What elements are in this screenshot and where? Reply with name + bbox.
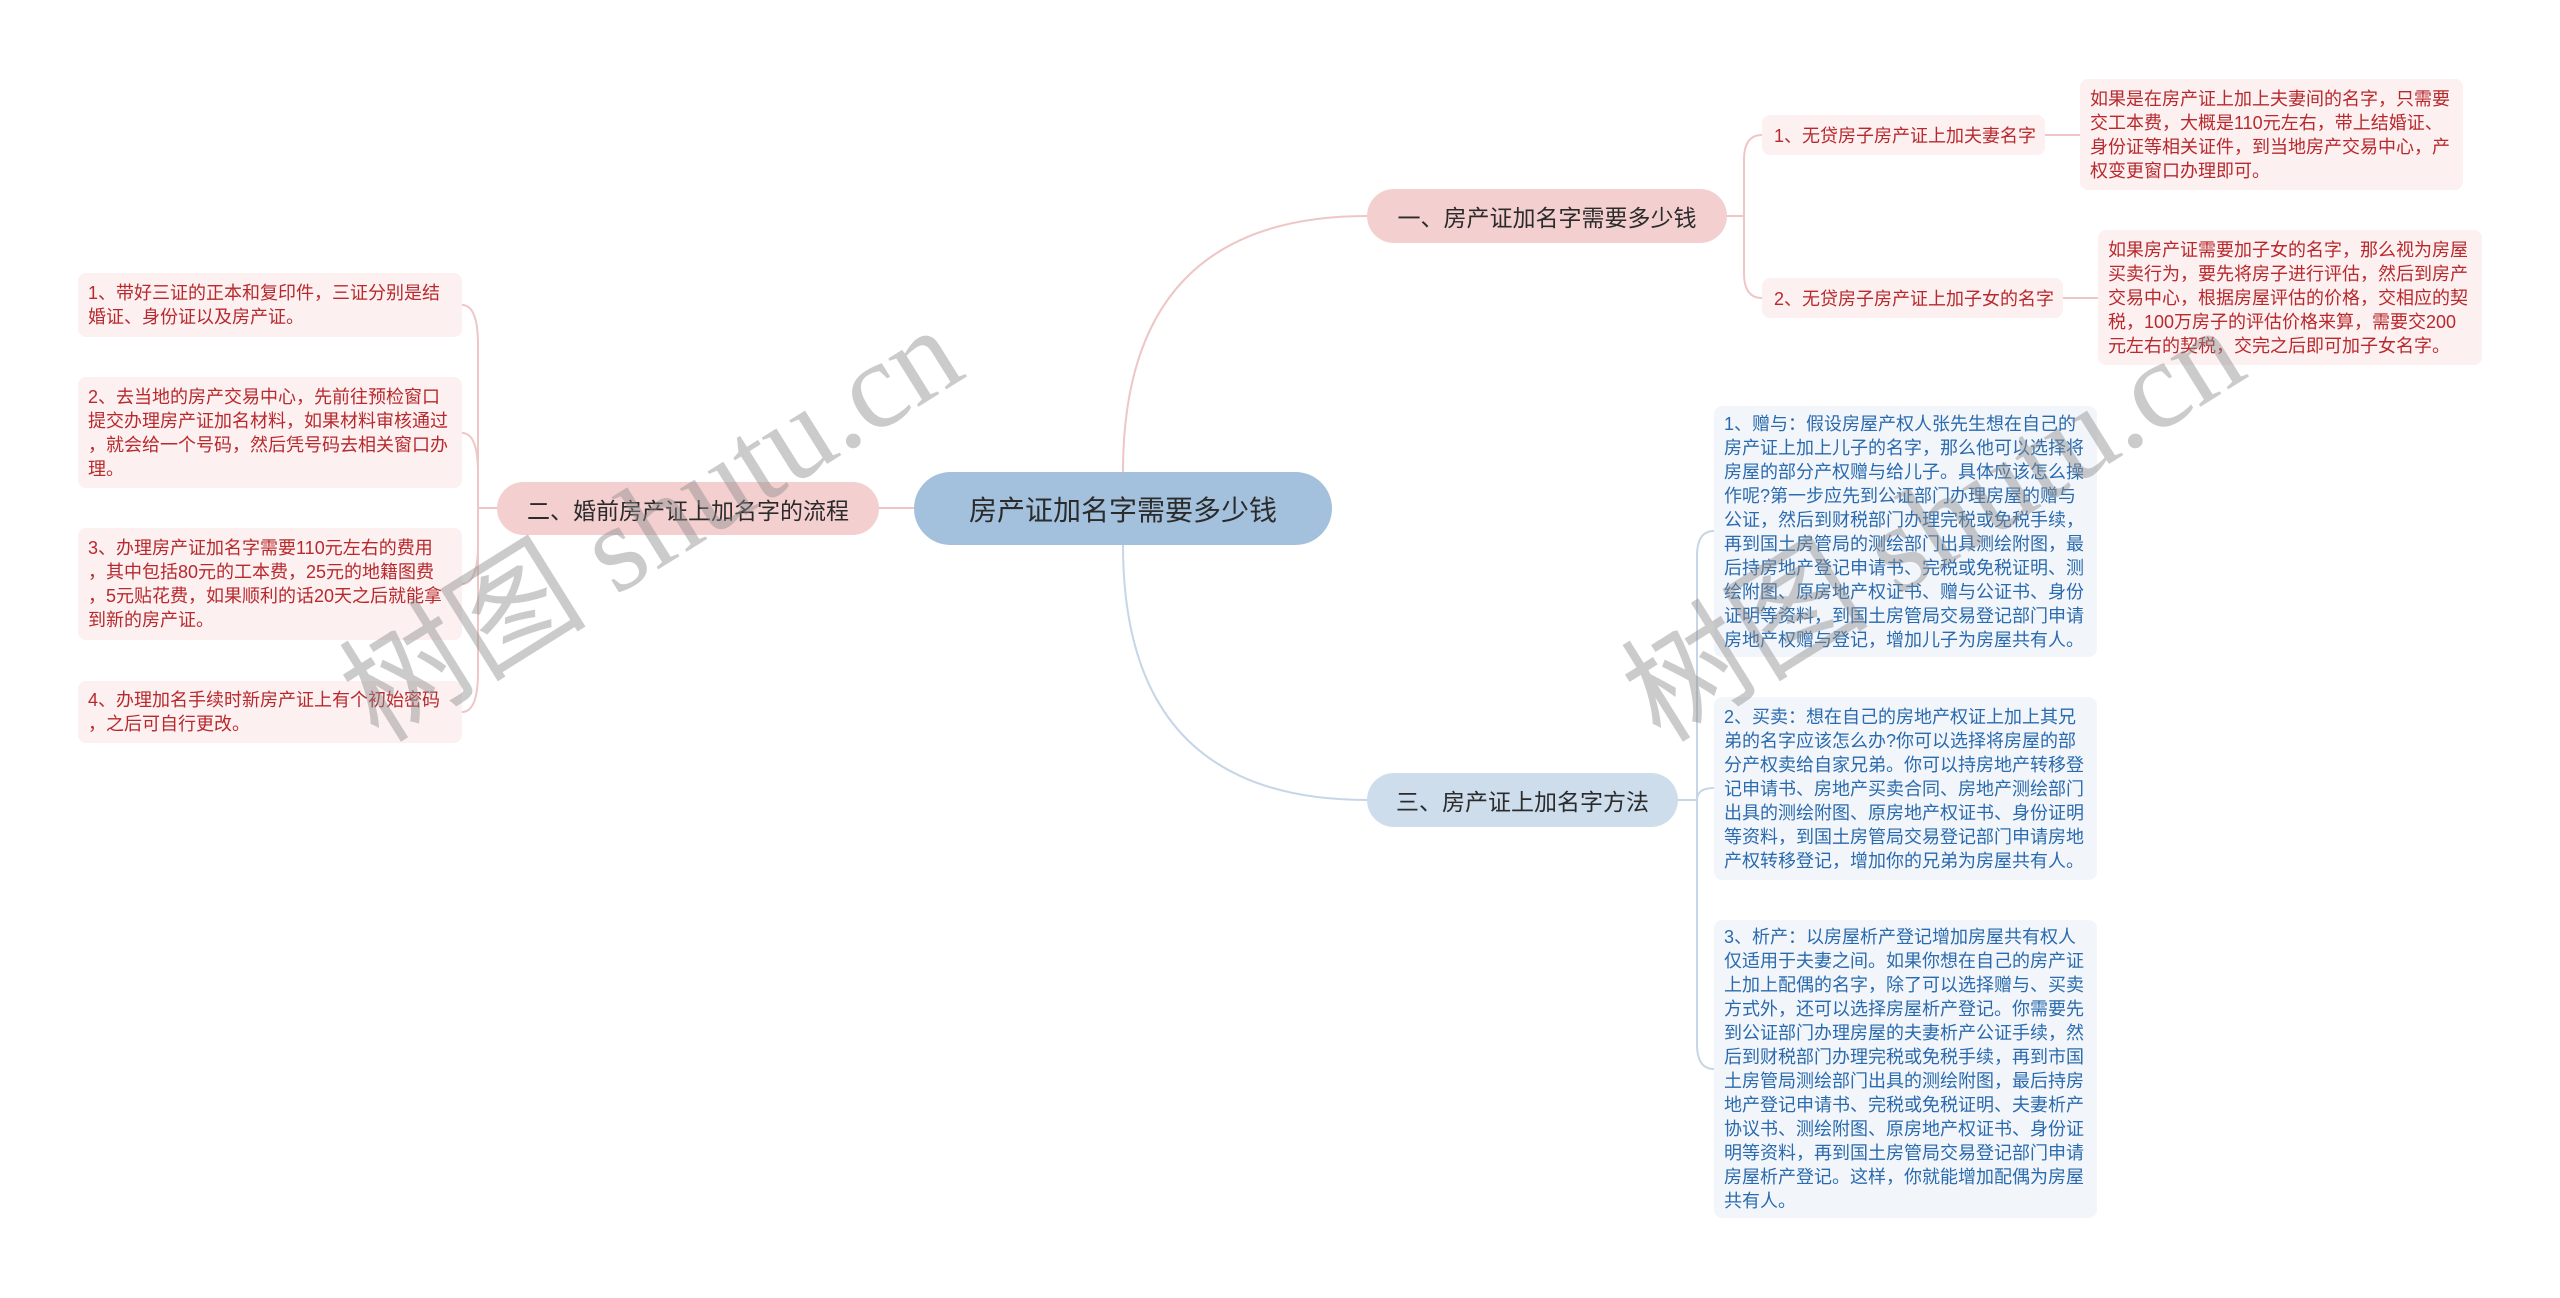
connector-branch-2-leaf-2 [461, 432, 479, 509]
subtopic-children-name[interactable]: 2、无贷房子房产证上加子女的名字 [1762, 278, 2063, 318]
process-step-3[interactable]: 3、办理房产证加名字需要110元左右的费用 ，其中包括80元的工本费，25元的地… [78, 528, 462, 640]
root-topic[interactable]: 房产证加名字需要多少钱 [914, 472, 1332, 545]
branch-topic-cost[interactable]: 一、房产证加名字需要多少钱 [1367, 189, 1727, 243]
branch-topic-process[interactable]: 二、婚前房产证上加名字的流程 [497, 482, 879, 535]
mindmap-canvas: 房产证加名字需要多少钱 一、房产证加名字需要多少钱 1、无贷房子房产证上加夫妻名… [0, 0, 2560, 1298]
connector-branch-2-leaf-1 [461, 304, 479, 509]
connector-branch-3-leaf-1 [1696, 530, 1715, 801]
connector-branch-3-leaf-3 [1696, 799, 1715, 1070]
process-step-4[interactable]: 4、办理加名手续时新房产证上有个初始密码 ，之后可自行更改。 [78, 681, 462, 743]
connector-branch-1-sub-2 [1743, 215, 1763, 299]
note-children-name[interactable]: 如果房产证需要加子女的名字，那么视为房屋 买卖行为，要先将房子进行评估，然后到房… [2098, 230, 2482, 365]
connector-lines [461, 134, 2099, 1070]
connector-branch-2-leaf-3 [461, 507, 479, 585]
process-step-2[interactable]: 2、去当地的房产交易中心，先前往预检窗口 提交办理房产证加名材料，如果材料审核通… [78, 377, 462, 488]
branch-topic-methods[interactable]: 三、房产证上加名字方法 [1367, 773, 1678, 827]
process-step-1[interactable]: 1、带好三证的正本和复印件，三证分别是结 婚证、身份证以及房产证。 [78, 273, 462, 337]
method-partition[interactable]: 3、析产：以房屋析产登记增加房屋共有权人 仅适用于夫妻之间。如果你想在自己的房产… [1714, 920, 2097, 1218]
connector-branch-2-leaf-4 [461, 507, 479, 713]
connector-branch-1-sub-1 [1743, 134, 1763, 217]
method-sale[interactable]: 2、买卖：想在自己的房地产权证上加上其兄 弟的名字应该怎么办?你可以选择将房屋的… [1714, 697, 2097, 880]
subtopic-spouse-name[interactable]: 1、无贷房子房产证上加夫妻名字 [1762, 115, 2045, 155]
method-gift[interactable]: 1、赠与：假设房屋产权人张先生想在自己的 房产证上加上儿子的名字，那么他可以选择… [1714, 406, 2097, 657]
connector-root-branch-3 [1122, 544, 1368, 801]
connector-root-branch-1 [1122, 215, 1368, 473]
note-spouse-name[interactable]: 如果是在房产证上加上夫妻间的名字，只需要 交工本费，大概是110元左右，带上结婚… [2080, 79, 2463, 190]
connector-branch-3-leaf-2 [1696, 787, 1715, 801]
